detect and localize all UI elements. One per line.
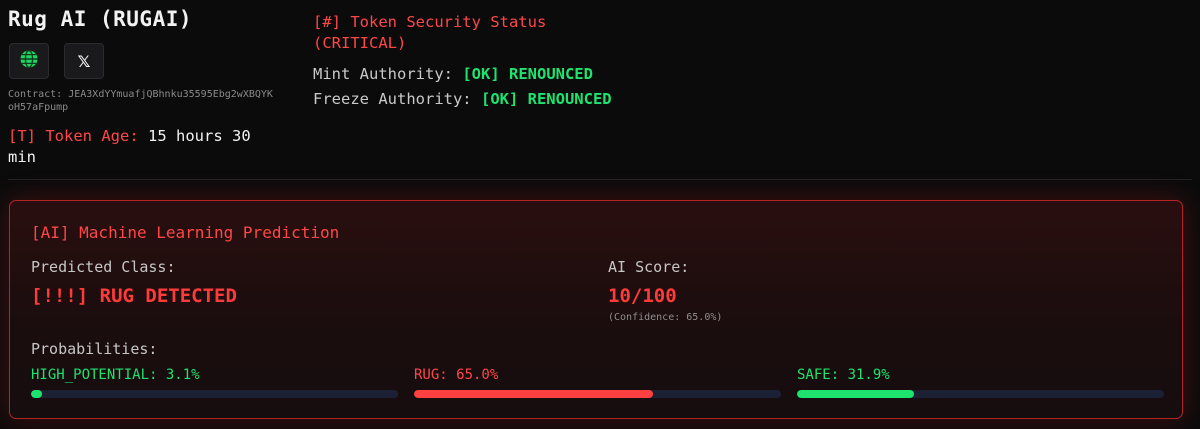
x-link-button[interactable]: 𝕏 bbox=[64, 43, 104, 79]
contract-label: Contract: bbox=[8, 89, 63, 100]
token-age-label: [T] Token Age: bbox=[8, 127, 139, 145]
mint-authority-status: [OK] RENOUNCED bbox=[462, 65, 593, 83]
prob-safe-track bbox=[797, 390, 1164, 398]
predicted-class-value: [!!!] RUG DETECTED bbox=[31, 285, 237, 307]
prob-high-potential-label: HIGH_POTENTIAL: 3.1% bbox=[31, 367, 200, 383]
prob-rug-bar bbox=[414, 390, 653, 398]
freeze-authority-status: [OK] RENOUNCED bbox=[480, 90, 612, 108]
ai-score-label: AI Score: bbox=[608, 258, 690, 276]
mint-authority-label: Mint Authority: bbox=[313, 65, 453, 83]
security-status: [#] Token Security Status (CRITICAL) Min… bbox=[313, 12, 613, 110]
prob-high-potential-track bbox=[31, 390, 398, 398]
security-heading: [#] Token Security Status (CRITICAL) bbox=[313, 13, 547, 52]
prob-safe-bar bbox=[797, 390, 915, 398]
token-header: Rug AI (RUGAI) 𝕏 Contract: JEA3XdYYmuafj… bbox=[0, 0, 1200, 180]
panel-title: [AI] Machine Learning Prediction bbox=[31, 223, 340, 242]
x-logo-icon: 𝕏 bbox=[77, 51, 91, 71]
header-divider bbox=[8, 179, 1192, 180]
ai-score-value: 10/100 bbox=[608, 285, 677, 307]
prob-safe-label: SAFE: 31.9% bbox=[797, 367, 890, 383]
globe-icon bbox=[19, 49, 39, 73]
website-link-button[interactable] bbox=[9, 43, 49, 79]
probabilities-label: Probabilities: bbox=[31, 340, 158, 358]
confidence-text: (Confidence: 65.0%) bbox=[608, 312, 723, 323]
contract-address: Contract: JEA3XdYYmuafjQBhnku35595Ebg2wX… bbox=[8, 88, 278, 114]
token-age: [T] Token Age: 15 hours 30 min bbox=[8, 126, 278, 168]
prob-rug-label: RUG: 65.0% bbox=[414, 367, 499, 383]
predicted-class-label: Predicted Class: bbox=[31, 258, 176, 276]
mint-authority-row: Mint Authority: [OK] RENOUNCED bbox=[313, 64, 613, 85]
freeze-authority-label: Freeze Authority: bbox=[313, 90, 472, 108]
token-title: Rug AI (RUGAI) bbox=[8, 7, 193, 31]
prob-rug-track bbox=[414, 390, 781, 398]
prob-high-potential-bar bbox=[31, 390, 43, 398]
ml-prediction-panel: [AI] Machine Learning Prediction Predict… bbox=[9, 200, 1183, 419]
freeze-authority-row: Freeze Authority: [OK] RENOUNCED bbox=[313, 89, 613, 110]
